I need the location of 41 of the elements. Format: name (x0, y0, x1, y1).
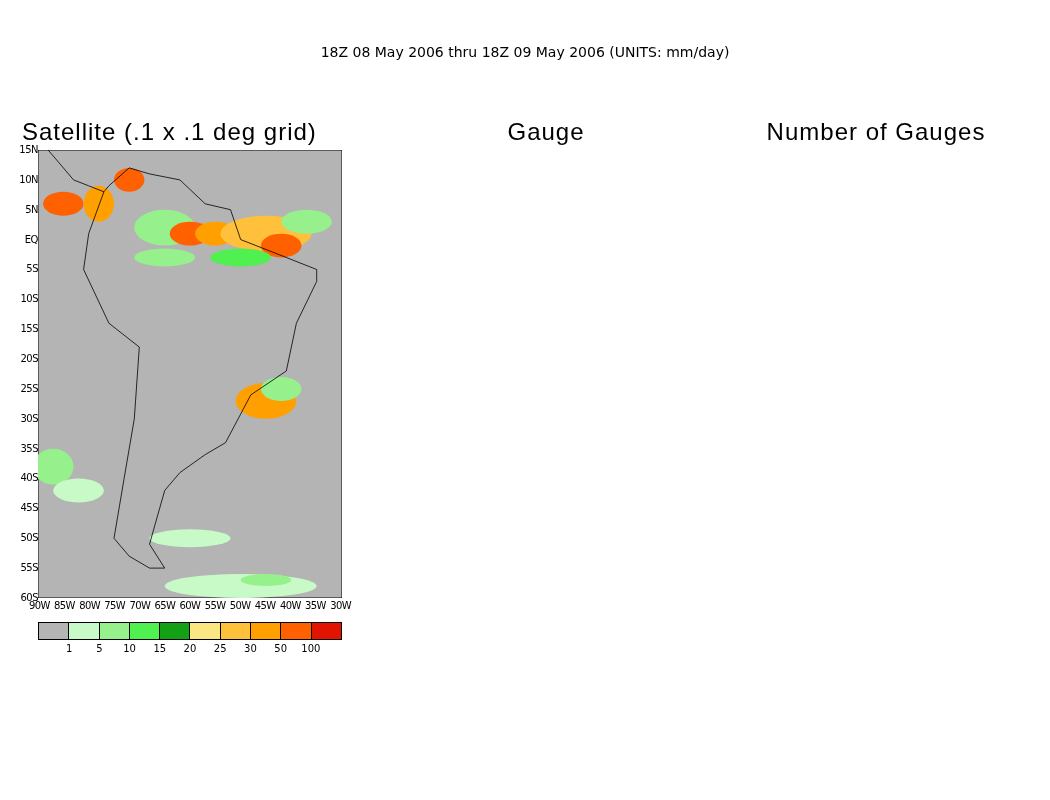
panel-title: Satellite (.1 x .1 deg grid) (21, 118, 317, 145)
legend-label: 15 (152, 643, 168, 655)
latitude-label: 50S (20, 532, 38, 545)
panel-title: Gauge (506, 118, 585, 146)
latitude-label: 55S (20, 562, 38, 575)
latitude-label: 5N (25, 203, 38, 216)
longitude-label: 85W (54, 600, 75, 612)
longitude-label: 60W (179, 600, 201, 612)
legend-label: 100 (300, 643, 322, 655)
longitude-label: 50W (229, 600, 251, 612)
legend-label: 10 (122, 643, 137, 655)
latitude-label: EQ (24, 233, 38, 246)
longitude-label: 80W (79, 600, 100, 612)
longitude-label: 35W (305, 600, 326, 612)
plot-title: 18Z 08 May 2006 thru 18Z 09 May 2006 (UNITS: mm/day) (319, 43, 731, 62)
longitude-label: 65W (154, 600, 176, 612)
longitude-label: 40W (279, 600, 301, 612)
latitude-label: 15N (19, 144, 38, 156)
longitude-label: 45W (254, 600, 276, 612)
latitude-label: 10S (20, 293, 38, 306)
longitude-label: 70W (129, 600, 151, 612)
latitude-label: 40S (20, 472, 38, 485)
longitude-label: 30W (330, 600, 351, 612)
latitude-label: 30S (20, 412, 38, 425)
legend-label: 30 (243, 643, 258, 655)
legend-label: 1 (64, 643, 74, 655)
latitude-label: 45S (20, 502, 38, 515)
latitude-label: 35S (20, 442, 38, 455)
latitude-label: 20S (20, 353, 38, 365)
panel-title: Number of Gauges (765, 118, 986, 146)
latitude-label: 10N (19, 173, 38, 186)
latitude-label: 5S (26, 263, 38, 276)
legend-label: 5 (95, 643, 104, 655)
latitude-label: 25S (20, 382, 38, 395)
legend-label: 25 (212, 643, 228, 655)
latitude-label: 15S (20, 323, 38, 336)
legend-label: 50 (273, 643, 288, 655)
longitude-label: 55W (204, 600, 226, 612)
legend-label: 20 (182, 643, 198, 655)
longitude-label: 90W (29, 600, 50, 612)
longitude-label: 75W (104, 600, 126, 612)
